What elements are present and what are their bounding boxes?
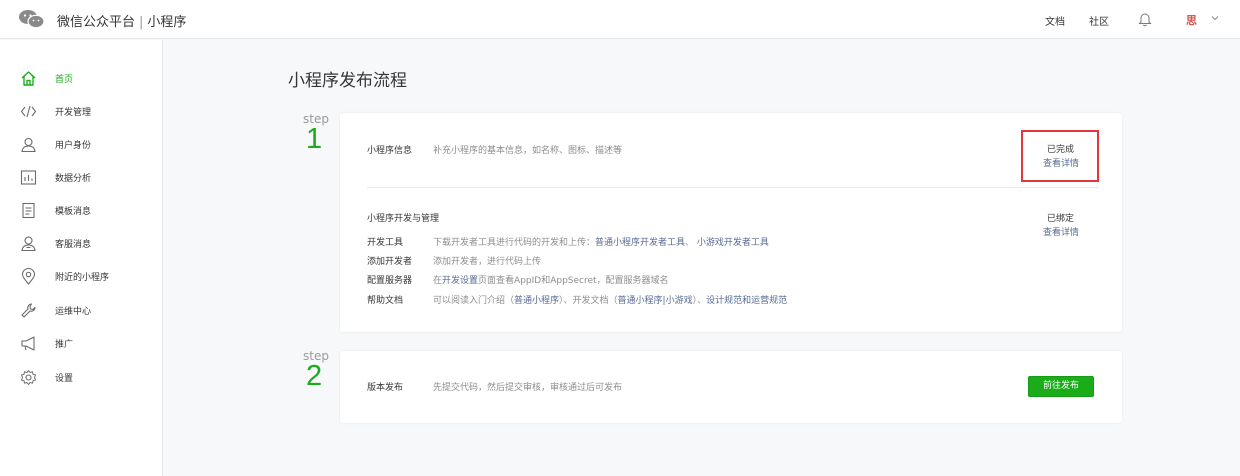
sidebar-item-label: 设置 — [55, 374, 74, 384]
brand-product: 小程序 — [147, 15, 187, 30]
sidebar-item-template-messages[interactable]: 模板消息 — [0, 198, 163, 222]
add-developer-desc: 添加开发者，进行代码上传 — [433, 257, 542, 267]
top-header: 微信公众平台 | 小程序 文档 社区 思 — [0, 0, 1240, 39]
step-2-card: 版本发布 先提交代码，然后提交审核，审核通过后可发布 前往发布 — [340, 351, 1122, 423]
dev-tools-text: 下载开发者工具进行代码的开发和上传： — [433, 238, 596, 248]
dev-tools-row: 下载开发者工具进行代码的开发和上传：普通小程序开发者工具、 小游戏开发者工具 — [433, 235, 769, 248]
wrench-icon — [21, 303, 36, 318]
info-status: 已完成 — [1047, 145, 1075, 155]
sidebar-item-label: 附近的小程序 — [55, 273, 110, 283]
sidebar-item-settings[interactable]: 设置 — [0, 365, 163, 389]
community-link[interactable]: 社区 — [1089, 13, 1109, 28]
server-config-post: 页面查看AppID和AppSecret，配置服务器域名 — [478, 276, 669, 286]
sidebar-item-ops-center[interactable]: 运维中心 — [0, 298, 163, 322]
sidebar-item-home[interactable]: 首页 — [0, 66, 163, 90]
brand-title[interactable]: 微信公众平台 | 小程序 — [57, 11, 186, 30]
sidebar-item-label: 用户身份 — [55, 141, 92, 151]
sidebar-item-label: 推广 — [55, 340, 74, 350]
dev-tools-label: 开发工具 — [367, 238, 404, 248]
design-ops-guidelines-link[interactable]: 设计规范和运营规范 — [706, 296, 787, 306]
sidebar-item-dev-management[interactable]: 开发管理 — [0, 99, 163, 123]
intro-miniprogram-link[interactable]: 普通小程序 — [514, 296, 559, 306]
sidebar-item-label: 数据分析 — [55, 174, 92, 184]
card-divider — [367, 187, 1099, 188]
avatar[interactable]: 思 — [1186, 12, 1197, 28]
sidebar-item-customer-service[interactable]: 客服消息 — [0, 231, 163, 255]
minigame-devtools-link[interactable]: 小游戏开发者工具 — [697, 238, 769, 248]
sidebar-item-nearby-miniprogram[interactable]: 附近的小程序 — [0, 264, 163, 288]
step-1-card: 小程序信息 补充小程序的基本信息，如名称、图标、描述等 已完成 查看详情 小程序… — [340, 113, 1122, 332]
dev-status: 已绑定 — [1047, 214, 1075, 224]
info-view-details-link[interactable]: 查看详情 — [1043, 156, 1079, 169]
dev-management-title: 小程序开发与管理 — [367, 214, 440, 224]
brand-separator: | — [139, 15, 144, 30]
help-docs-label: 帮助文档 — [367, 296, 404, 306]
document-icon — [22, 202, 35, 219]
docs-link[interactable]: 文档 — [1045, 13, 1065, 28]
sidebar-item-label: 客服消息 — [55, 240, 92, 250]
dev-settings-link[interactable]: 开发设置 — [442, 276, 478, 286]
step-1-number: 1 — [306, 123, 323, 155]
sidebar-item-label: 首页 — [55, 75, 74, 85]
sidebar-item-label: 运维中心 — [55, 307, 92, 317]
server-config-label: 配置服务器 — [367, 276, 413, 286]
brand-name: 微信公众平台 — [57, 15, 136, 30]
bell-icon[interactable] — [1138, 11, 1152, 27]
chevron-down-icon[interactable] — [1210, 12, 1220, 24]
home-icon — [21, 71, 36, 86]
sidebar-item-label: 模板消息 — [55, 207, 92, 217]
server-config-row: 在开发设置页面查看AppID和AppSecret，配置服务器域名 — [433, 273, 669, 286]
go-release-button[interactable]: 前往发布 — [1028, 376, 1094, 397]
version-release-label: 版本发布 — [367, 383, 404, 393]
sidebar: 首页 开发管理 用户身份 数据分析 模板消息 客服消息 附近的小程序 运维中心 … — [0, 40, 163, 476]
sidebar-item-data-analysis[interactable]: 数据分析 — [0, 165, 163, 189]
user-icon — [21, 137, 36, 153]
help-docs-mid1: ）、开发文档（ — [559, 296, 618, 306]
location-pin-icon — [21, 268, 36, 285]
megaphone-icon — [21, 336, 35, 351]
wechat-logo-icon[interactable] — [18, 9, 46, 29]
dev-tools-sep: 、 — [685, 238, 695, 248]
bar-chart-icon — [20, 170, 37, 185]
dev-docs-link[interactable]: 普通小程序|小游戏 — [618, 296, 693, 306]
page-title: 小程序发布流程 — [288, 71, 407, 91]
gear-icon — [21, 370, 36, 385]
help-docs-pre: 可以阅读入门介绍（ — [433, 296, 515, 306]
code-icon — [20, 105, 37, 118]
sidebar-item-label: 开发管理 — [55, 108, 92, 118]
miniprogram-info-label: 小程序信息 — [367, 146, 413, 156]
sidebar-item-promotion[interactable]: 推广 — [0, 331, 163, 355]
users-icon — [21, 236, 36, 252]
add-developer-label: 添加开发者 — [367, 257, 413, 267]
server-config-pre: 在 — [433, 276, 443, 286]
dev-view-details-link[interactable]: 查看详情 — [1043, 225, 1079, 238]
miniprogram-info-desc: 补充小程序的基本信息，如名称、图标、描述等 — [433, 146, 623, 156]
version-release-desc: 先提交代码，然后提交审核，审核通过后可发布 — [433, 383, 623, 393]
step-2-number: 2 — [306, 360, 323, 392]
help-docs-mid2: ）、 — [692, 296, 707, 306]
sidebar-item-user-identity[interactable]: 用户身份 — [0, 132, 163, 156]
help-docs-row: 可以阅读入门介绍（普通小程序）、开发文档（普通小程序|小游戏）、设计规范和运营规… — [433, 293, 787, 306]
miniprogram-devtools-link[interactable]: 普通小程序开发者工具 — [595, 238, 685, 248]
